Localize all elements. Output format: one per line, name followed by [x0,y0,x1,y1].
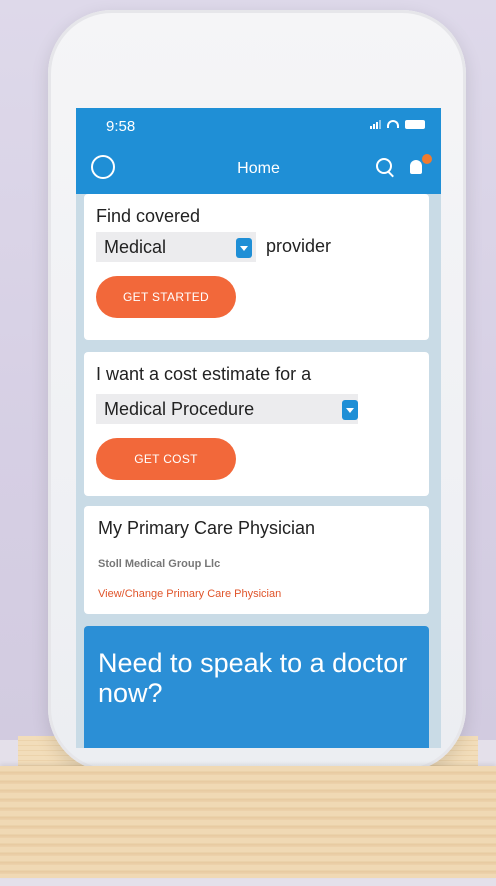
notification-badge [422,154,432,164]
procedure-type-value: Medical Procedure [104,399,255,419]
status-bar: 9:58 [76,108,441,140]
pcp-provider-name: Stoll Medical Group Llc [98,558,221,570]
nav-bar: Home [76,140,441,194]
provider-suffix-label: provider [266,236,332,256]
phone-screen: 9:58 Home Find covered Medical provider … [76,108,441,748]
doctor-card-title: Need to speak to a doctor now? [98,648,408,708]
status-icons [370,119,425,129]
provider-type-value: Medical [104,237,167,257]
status-time: 9:58 [106,118,136,135]
speak-to-doctor-card[interactable]: Need to speak to a doctor now? [84,626,429,748]
get-started-button[interactable]: GET STARTED [96,276,236,318]
provider-type-select[interactable]: Medical [96,232,256,262]
pcp-title: My Primary Care Physician [98,518,316,538]
chevron-down-icon [236,238,252,258]
get-cost-button[interactable]: GET COST [96,438,236,480]
signal-icon [370,119,381,129]
find-provider-card: Find covered Medical provider GET STARTE… [84,194,429,340]
procedure-type-select[interactable]: Medical Procedure [96,394,358,424]
cost-prompt-label: I want a cost estimate for a [96,364,312,384]
cost-estimate-card: I want a cost estimate for a Medical Pro… [84,352,429,496]
primary-care-card: My Primary Care Physician Stoll Medical … [84,506,429,614]
battery-icon [405,119,425,129]
search-icon[interactable] [376,158,392,174]
wifi-icon [387,120,399,128]
bell-icon[interactable] [410,160,422,174]
wooden-stand [0,766,496,878]
chevron-down-icon [342,400,358,420]
change-pcp-link[interactable]: View/Change Primary Care Physician [98,588,281,600]
find-label: Find covered [96,206,201,226]
